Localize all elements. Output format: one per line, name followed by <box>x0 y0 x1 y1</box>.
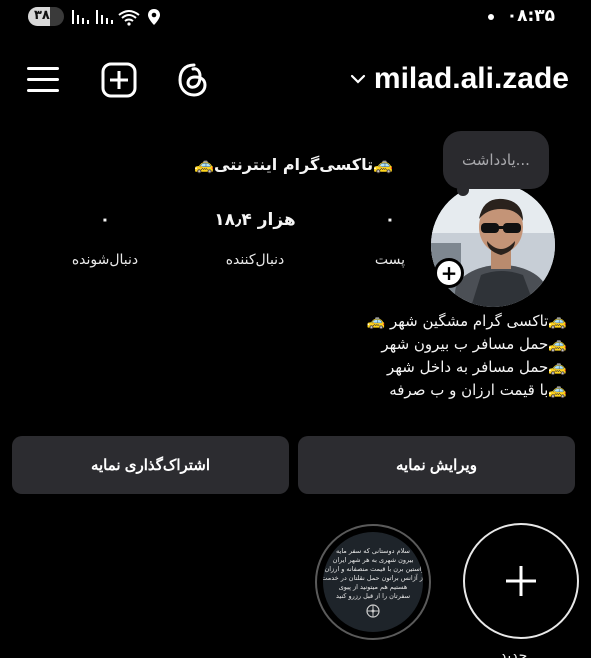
stat-followers-value: ۱۸٫۴ هزار <box>214 210 296 230</box>
battery-indicator: ۳۸ <box>28 7 64 26</box>
wheel-icon <box>366 603 380 618</box>
location-icon <box>148 9 160 25</box>
bio: 🚕تاکسی گرام مشگین شهر 🚕 🚕حمل مسافر ب بیر… <box>367 310 567 402</box>
notification-dot <box>488 14 494 20</box>
stat-posts[interactable]: ۰ پست <box>335 210 445 268</box>
signal-icon <box>72 10 89 24</box>
create-post-icon[interactable] <box>101 62 137 98</box>
edit-profile-button[interactable]: ویرایش نمایه <box>298 436 575 494</box>
highlight-text-line: سلام دوستانی که سفر مایه <box>336 546 410 555</box>
threads-icon[interactable] <box>176 62 212 98</box>
story-highlight-cover: سلام دوستانی که سفر مایه بیرون شهری به ه… <box>323 532 423 632</box>
account-switcher[interactable]: milad.ali.zade <box>350 62 569 96</box>
bio-line: 🚕حمل مسافر ب بیرون شهر <box>381 335 567 353</box>
stat-followers[interactable]: ۱۸٫۴ هزار دنبال‌کننده <box>200 210 310 268</box>
profile-avatar[interactable]: + <box>431 183 555 307</box>
clock: ۰۸:۳۵ <box>506 6 555 26</box>
avatar <box>431 183 555 307</box>
stat-following[interactable]: ۰ دنبال‌شونده <box>50 210 160 268</box>
signal-icon-2 <box>96 10 113 24</box>
highlight-text-line: سفرتان را از قبل رزرو کنید <box>335 591 411 600</box>
battery-level: ۳۸ <box>34 8 50 23</box>
menu-icon[interactable] <box>26 62 60 98</box>
story-highlight[interactable]: سلام دوستانی که سفر مایه بیرون شهری به ه… <box>315 524 431 640</box>
stat-posts-value: ۰ <box>384 210 396 230</box>
stat-following-value: ۰ <box>99 210 111 230</box>
new-highlight-button[interactable] <box>463 523 579 639</box>
new-highlight-label: جدید <box>500 648 528 658</box>
highlight-text-line: بیرون شهری به هر شهر ایران <box>332 555 414 564</box>
stat-followers-label: دنبال‌کننده <box>225 252 285 268</box>
share-profile-button[interactable]: اشتراک‌گذاری نمایه <box>12 436 289 494</box>
stat-posts-label: پست <box>374 252 406 268</box>
wifi-icon <box>118 10 140 26</box>
highlight-text-line: از آژانس براتون حمل نقلتان در خدمت <box>323 573 423 582</box>
highlight-text-line: خواستین برن با قیمت منصفانه و ارزان تر <box>323 564 423 573</box>
highlight-text-line: هستیم هم میتونید از پیوی <box>338 582 408 591</box>
bio-line: 🚕حمل مسافر به داخل شهر <box>387 358 567 376</box>
bio-line: 🚕تاکسی گرام مشگین شهر 🚕 <box>366 312 567 330</box>
status-bar: ۳۸ ۰۸:۳۵ <box>0 0 591 36</box>
display-name: 🚕تاکسی‌گرام اینترنتی🚕 <box>194 155 393 174</box>
username: milad.ali.zade <box>373 62 569 95</box>
stat-following-label: دنبال‌شونده <box>71 252 139 268</box>
plus-icon <box>506 566 536 596</box>
chevron-down-icon <box>350 74 366 84</box>
note-bubble[interactable]: یادداشت... <box>443 131 549 196</box>
bio-line: 🚕با قیمت ارزان و ب صرفه <box>389 381 567 399</box>
